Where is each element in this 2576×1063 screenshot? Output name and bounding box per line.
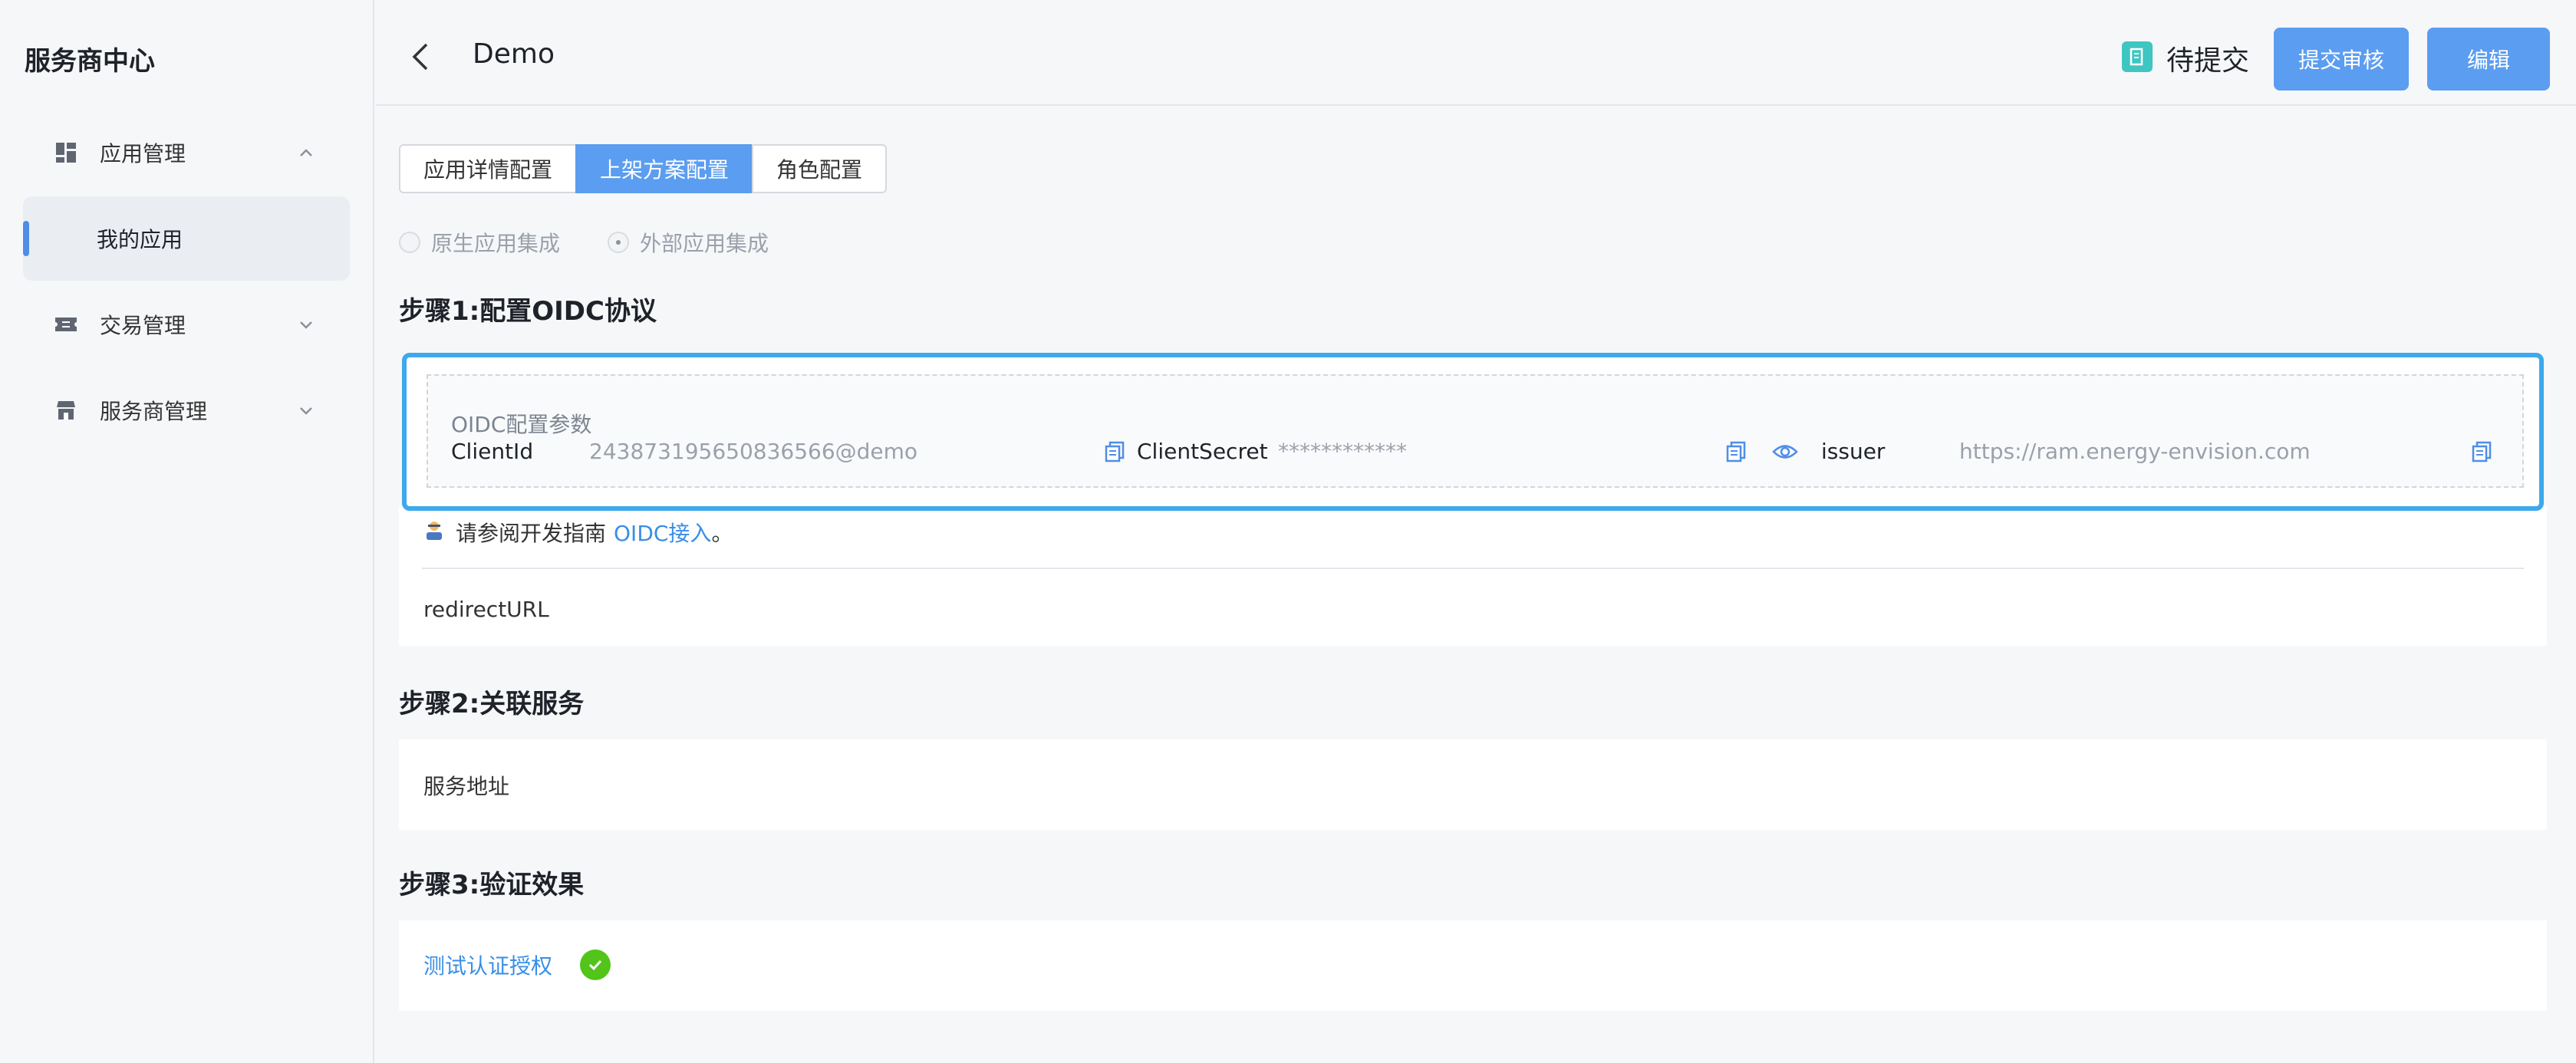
external-integration-label: 外部应用集成 [640, 231, 769, 256]
client-id-value: 243873195650836566@demo [589, 439, 918, 464]
issuer-value: https://ram.energy-envision.com [1959, 439, 2311, 464]
shop-icon [54, 398, 78, 423]
tab-listing-plan-config[interactable]: 上架方案配置 [575, 144, 754, 193]
header-bar: Demo 待提交 提交审核 编辑 [376, 6, 2576, 106]
hint-suffix: 。 [711, 521, 733, 546]
tab-app-detail-config[interactable]: 应用详情配置 [399, 144, 578, 193]
back-arrow-icon[interactable] [407, 40, 434, 74]
sidebar-item-label: 我的应用 [97, 227, 183, 252]
step1-title: 步骤1:配置OIDC协议 [399, 296, 657, 327]
sidebar-item-my-apps[interactable]: 我的应用 [23, 196, 350, 281]
eye-icon[interactable] [1772, 442, 1798, 462]
integration-type-group: 原生应用集成 外部应用集成 [399, 227, 769, 258]
ticket-icon [54, 312, 78, 337]
oidc-guide-link[interactable]: OIDC接入 [614, 517, 711, 548]
page-title: Demo [473, 38, 555, 70]
step2-panel: 服务地址 [399, 739, 2547, 830]
sidebar-item-app-management[interactable]: 应用管理 [23, 110, 350, 195]
issuer-key: issuer [1821, 439, 1886, 464]
step3-panel: 测试认证授权 [399, 920, 2547, 1011]
client-secret-value: ************ [1278, 439, 1407, 464]
success-check-icon [580, 949, 611, 980]
copy-client-secret-icon[interactable] [1724, 440, 1748, 463]
sidebar-item-trade-management[interactable]: 交易管理 [23, 282, 350, 367]
chevron-down-icon [295, 313, 318, 336]
test-auth-row: 测试认证授权 [423, 949, 611, 980]
chevron-down-icon [295, 399, 318, 422]
active-indicator [23, 221, 29, 256]
oidc-caption: OIDC配置参数 [451, 412, 592, 437]
redirect-url-label: redirectURL [423, 597, 549, 622]
copy-issuer-icon[interactable] [2470, 440, 2493, 463]
tab-role-config[interactable]: 角色配置 [752, 144, 888, 193]
hint-text: 请参阅开发指南 [456, 521, 607, 546]
oidc-config-inner: OIDC配置参数 ClientId 243873195650836566@dem… [427, 374, 2524, 488]
step3-title: 步骤3:验证效果 [399, 870, 585, 900]
developer-icon [423, 519, 445, 546]
status-text: 待提交 [2166, 45, 2250, 77]
copy-client-id-icon[interactable] [1103, 440, 1126, 463]
service-address-label: 服务地址 [423, 774, 510, 799]
step1-panel: 请参阅开发指南 OIDC接入 。 redirectURL [399, 506, 2547, 646]
sidebar-item-label: 应用管理 [100, 141, 186, 166]
sidebar-item-provider-management[interactable]: 服务商管理 [23, 368, 350, 453]
test-auth-link[interactable]: 测试认证授权 [423, 949, 552, 980]
client-id-key: ClientId [451, 439, 534, 464]
sidebar-item-label: 交易管理 [100, 313, 186, 338]
submit-review-button[interactable]: 提交审核 [2274, 28, 2409, 91]
hint-row: 请参阅开发指南 OIDC接入 。 [423, 517, 733, 548]
step2-title: 步骤2:关联服务 [399, 689, 585, 719]
oidc-config-box: OIDC配置参数 ClientId 243873195650836566@dem… [402, 353, 2544, 511]
client-secret-key: ClientSecret [1137, 439, 1268, 464]
chevron-up-icon [295, 141, 318, 164]
native-integration-label: 原生应用集成 [431, 231, 561, 256]
dashboard-icon [54, 140, 78, 165]
tab-bar: 应用详情配置 上架方案配置 角色配置 [399, 144, 888, 193]
sidebar-item-label: 服务商管理 [100, 399, 208, 424]
sidebar: 服务商中心 应用管理 我的应用 交易管理 服务商管理 [0, 0, 374, 1063]
external-integration-radio[interactable] [608, 232, 630, 253]
edit-button[interactable]: 编辑 [2427, 28, 2550, 91]
sidebar-title: 服务商中心 [25, 46, 155, 77]
status-icon [2122, 41, 2153, 72]
native-integration-radio[interactable] [399, 232, 420, 253]
divider [422, 568, 2524, 569]
